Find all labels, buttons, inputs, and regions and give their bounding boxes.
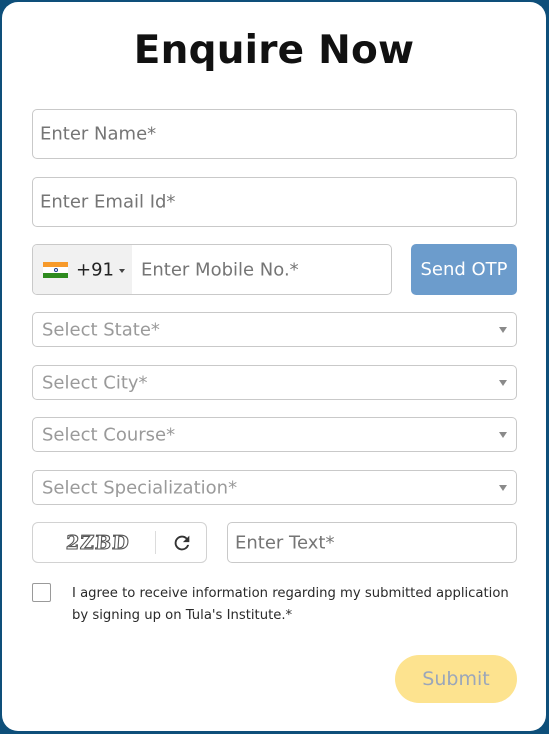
- captcha-divider: [155, 531, 156, 554]
- chevron-down-icon: [119, 269, 125, 273]
- mobile-placeholder: Enter Mobile No.*: [141, 259, 299, 280]
- email-field[interactable]: Enter Email Id*: [32, 177, 517, 227]
- specialization-select-label: Select Specialization*: [42, 477, 238, 498]
- dial-code: +91: [76, 259, 114, 280]
- specialization-select[interactable]: Select Specialization*: [32, 470, 517, 505]
- name-placeholder: Enter Name*: [40, 123, 157, 145]
- state-select-label: Select State*: [42, 319, 160, 340]
- india-flag-icon: [43, 262, 68, 278]
- send-otp-button[interactable]: Send OTP: [411, 244, 517, 295]
- consent-text: I agree to receive information regarding…: [72, 586, 509, 623]
- form-title: Enquire Now: [133, 28, 415, 73]
- city-select-label: Select City*: [42, 372, 148, 393]
- captcha-input[interactable]: Enter Text*: [227, 522, 517, 563]
- email-placeholder: Enter Email Id*: [40, 191, 176, 213]
- captcha-code: 2ZBD: [65, 531, 131, 554]
- chevron-down-icon: [499, 484, 507, 491]
- name-field[interactable]: Enter Name*: [32, 109, 517, 159]
- chevron-down-icon: [499, 379, 507, 386]
- submit-button[interactable]: Submit: [395, 655, 517, 703]
- captcha-box: 2ZBD: [32, 522, 207, 563]
- city-select[interactable]: Select City*: [32, 365, 517, 400]
- refresh-icon[interactable]: [171, 532, 193, 554]
- chevron-down-icon: [499, 326, 507, 333]
- course-select-label: Select Course*: [42, 424, 176, 445]
- state-select[interactable]: Select State*: [32, 312, 517, 347]
- mobile-field[interactable]: +91 Enter Mobile No.*: [32, 244, 392, 295]
- chevron-down-icon: [499, 431, 507, 438]
- country-code-selector[interactable]: +91: [33, 245, 132, 294]
- captcha-input-placeholder: Enter Text*: [235, 532, 335, 553]
- enquiry-form-card: Enquire Now Enter Name* Enter Email Id* …: [2, 2, 546, 731]
- course-select[interactable]: Select Course*: [32, 417, 517, 452]
- consent-checkbox[interactable]: [32, 583, 51, 602]
